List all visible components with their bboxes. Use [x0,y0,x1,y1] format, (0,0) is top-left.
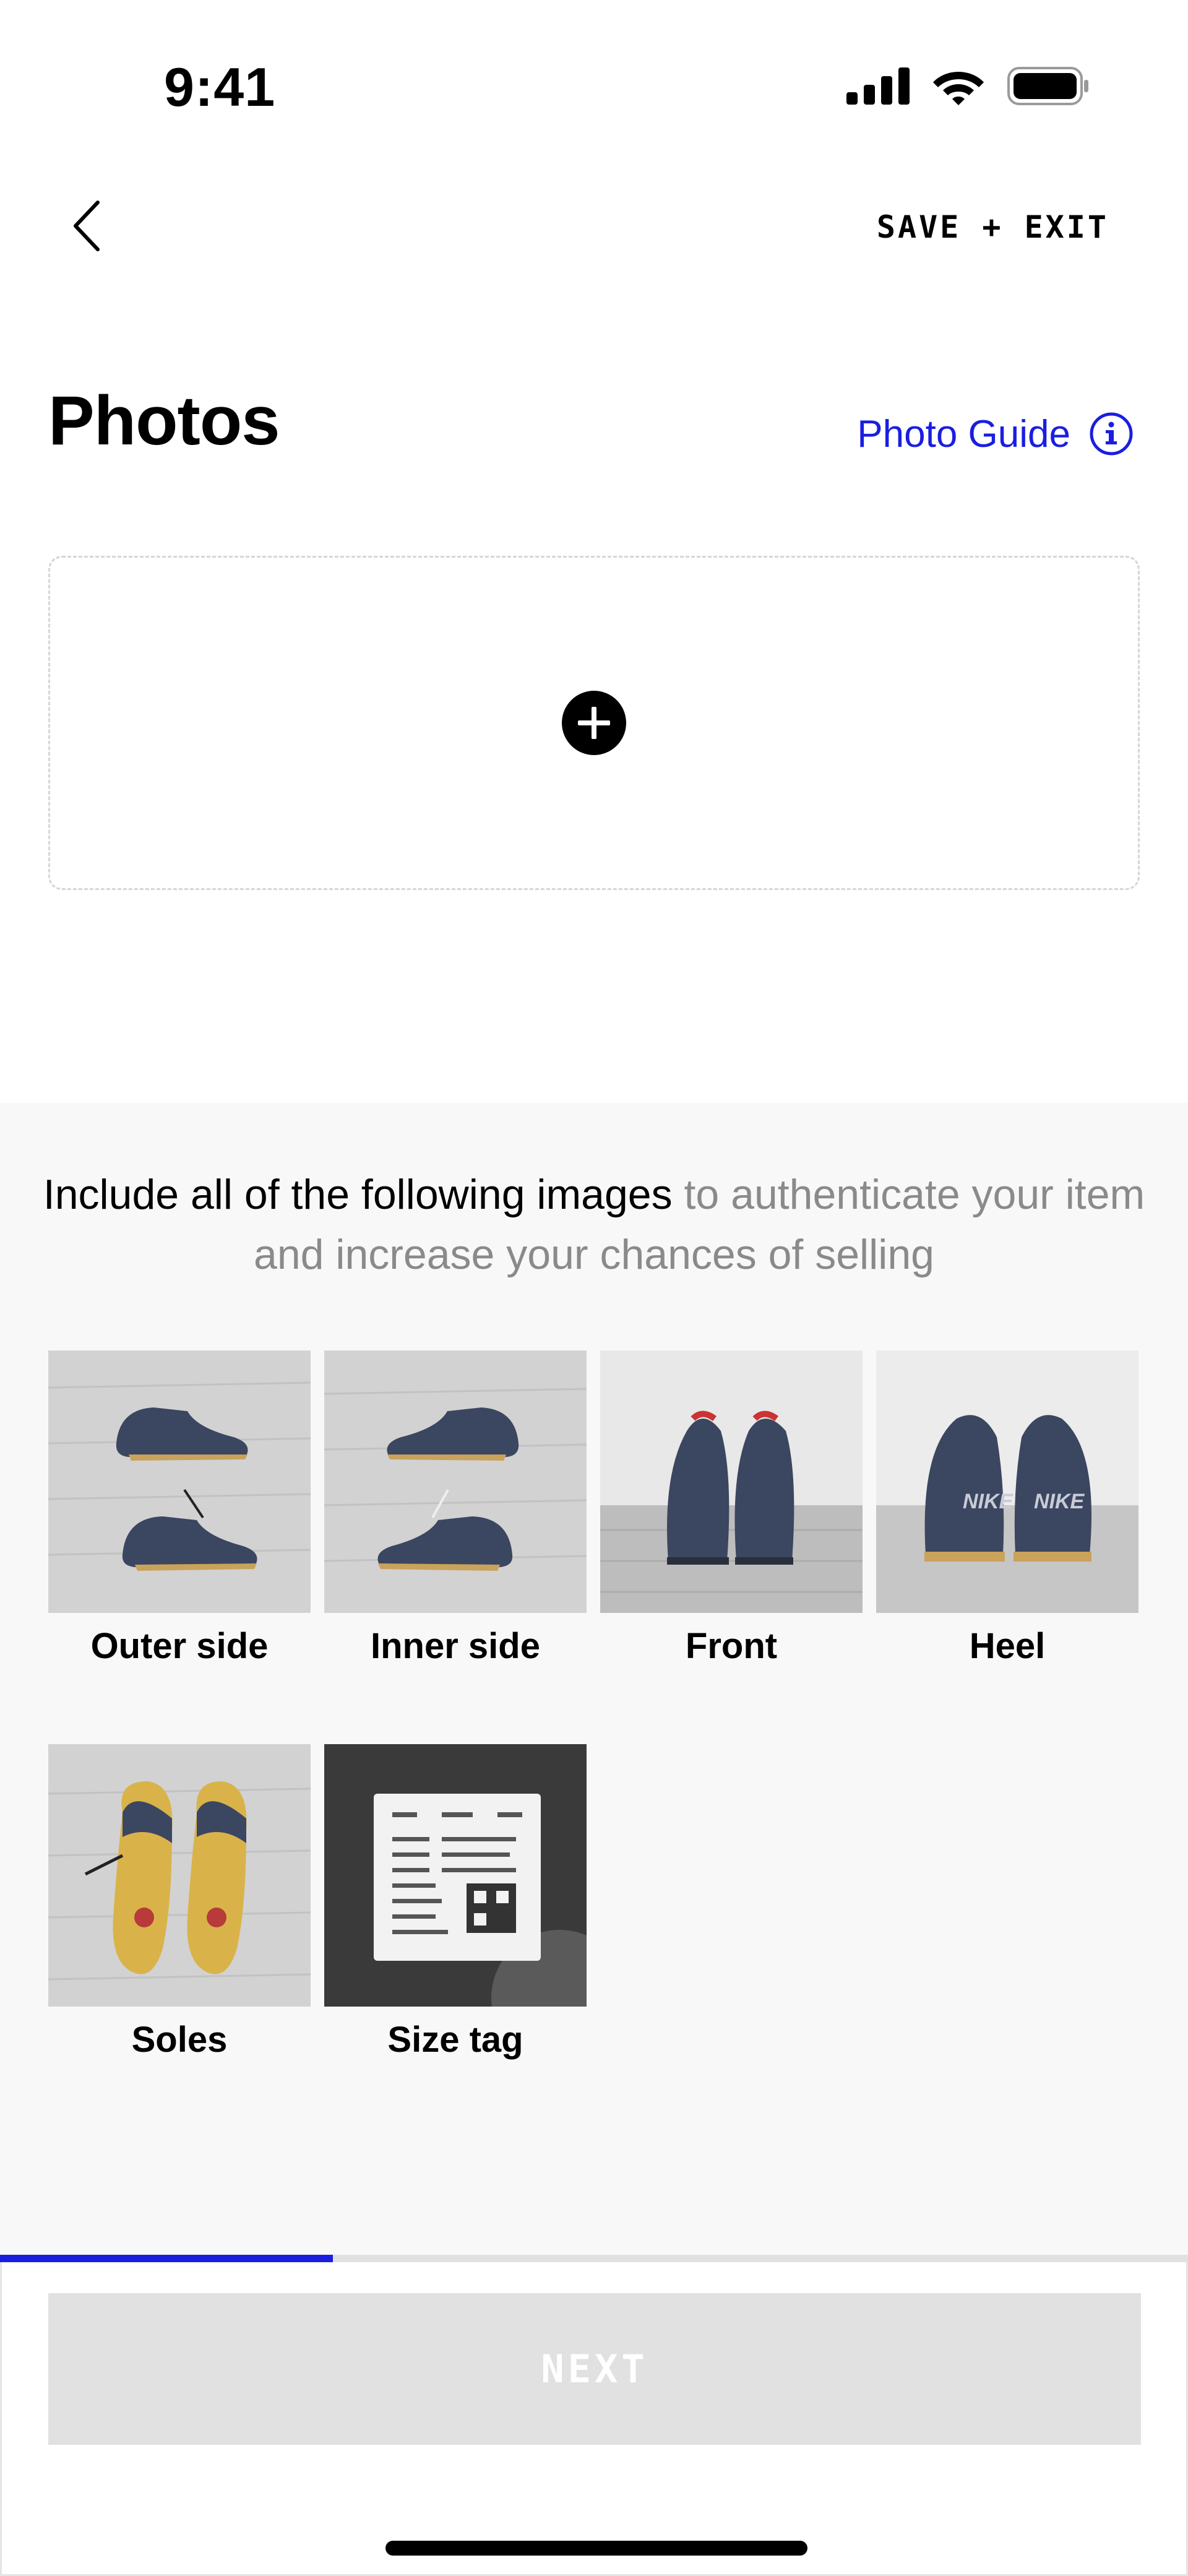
outer-side-thumbnail [48,1351,311,1613]
photo-tile-front[interactable]: Front [600,1351,863,1667]
svg-text:NIKE: NIKE [1034,1490,1085,1513]
size-tag-thumbnail [324,1744,587,2007]
photo-tile-inner-side[interactable]: Inner side [324,1351,587,1667]
inner-side-thumbnail [324,1351,587,1613]
tile-label: Soles [131,2020,228,2060]
photo-guide-label: Photo Guide [857,412,1070,456]
nav-bar: SAVE + EXIT [0,179,1188,272]
wifi-icon [933,72,984,105]
footer: NEXT [0,2262,1188,2576]
add-photo-icon [562,691,626,755]
photo-upload-area[interactable] [48,556,1140,890]
instruction-text: Include all of the following images to a… [37,1165,1151,1285]
tile-label: Inner side [371,1626,540,1666]
home-indicator [385,2541,807,2556]
status-bar: 9:41 [0,0,1188,155]
cellular-signal-icon [846,67,910,105]
status-time: 9:41 [164,56,276,118]
back-button[interactable] [56,192,118,260]
photo-tile-size-tag[interactable]: Size tag [324,1744,587,2060]
progress-bar [0,2255,1188,2262]
next-button[interactable]: NEXT [48,2293,1141,2445]
photo-tile-soles[interactable]: Soles [48,1744,311,2060]
status-icons [846,67,1089,105]
instruction-main: Include all of the following images [43,1171,673,1218]
svg-text:NIKE: NIKE [963,1490,1014,1513]
back-chevron-icon [74,201,100,251]
photo-tile-outer-side[interactable]: Outer side [48,1351,311,1667]
required-photos-section: Include all of the following images to a… [0,1103,1188,2263]
soles-thumbnail [48,1744,311,2007]
photo-guide-link[interactable]: Photo Guide [857,412,1134,456]
page-title: Photos [48,382,280,459]
tile-label: Outer side [90,1626,269,1666]
tile-label: Front [685,1626,778,1666]
front-thumbnail [600,1351,863,1613]
battery-icon [1007,67,1088,105]
tile-label: Heel [969,1626,1046,1666]
save-exit-button[interactable]: SAVE + EXIT [877,209,1109,245]
progress-fill [0,2255,333,2262]
heel-thumbnail: NIKE NIKE [876,1351,1138,1613]
tile-label: Size tag [387,2020,523,2060]
info-icon [1090,412,1133,456]
photo-tile-heel[interactable]: NIKE NIKE Heel [876,1351,1138,1667]
